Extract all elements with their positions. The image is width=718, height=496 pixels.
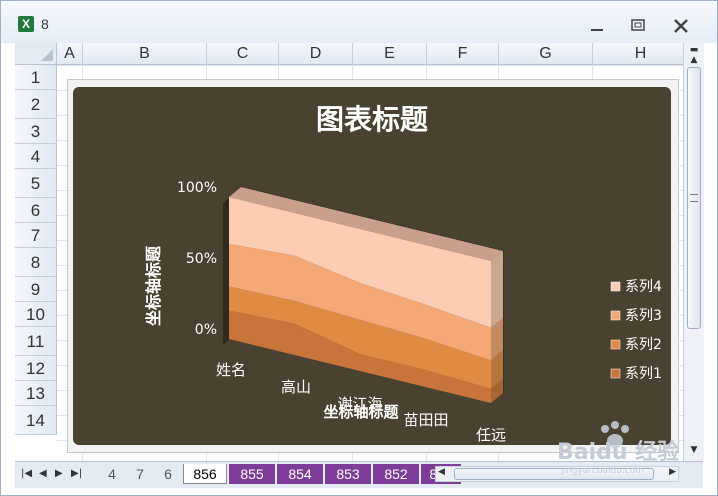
y-axis-title[interactable]: 坐标轴标题 [144, 245, 163, 326]
title-bar: X 8 [1, 1, 717, 43]
vertical-scrollbar[interactable]: ▬ ▲ ▼ [683, 43, 704, 461]
row-header-8[interactable]: 8 [15, 248, 57, 277]
maximize-button[interactable] [626, 16, 650, 36]
sheet-tab-6[interactable]: 6 [155, 464, 181, 484]
sheet-tab-4[interactable]: 4 [99, 464, 125, 484]
column-header-d[interactable]: D [279, 43, 353, 65]
window-title: 8 [41, 16, 49, 32]
grip-icon [690, 194, 698, 202]
sheet-tab-856[interactable]: 856 [183, 464, 227, 484]
x-tick-label: 高山 [281, 378, 311, 396]
row-header-1[interactable]: 1 [15, 65, 57, 90]
y-tick-label: 0% [195, 322, 217, 338]
column-header-a[interactable]: A [57, 43, 83, 65]
legend-swatch-2[interactable] [610, 339, 621, 350]
sheet-tab-854[interactable]: 854 [277, 464, 323, 484]
x-tick-label: 谢江海 [337, 395, 382, 413]
row-header-11[interactable]: 11 [15, 327, 57, 356]
baidu-watermark: Baidu 经验 jingyan.baidu.com [557, 421, 679, 476]
x-tick-label: 苗田田 [403, 411, 448, 429]
worksheet-grid: ABCDEFGH 1 2 3 4 5 6 7 8 9 10 11 12 13 14 图表标题 坐标轴标题 … [15, 43, 689, 461]
watermark-url: jingyan.baidu.com [560, 466, 644, 476]
sheet-tab-7[interactable]: 7 [127, 464, 153, 484]
row-header-3[interactable]: 3 [15, 119, 57, 144]
y-tick-label: 50% [186, 251, 217, 267]
minimize-button[interactable] [585, 16, 609, 36]
excel-window: X 8 ABCDEFGH 1 2 3 4 5 6 7 8 9 10 11 12 13 14 图表标题 坐标… [0, 0, 718, 496]
row-header-12[interactable]: 12 [15, 356, 57, 381]
legend[interactable]: 系列4 系列3 系列2 系列1 [610, 279, 662, 382]
row-header-2[interactable]: 2 [15, 90, 57, 119]
chart-svg: 图表标题 坐标轴标题 坐标轴标题 100%50%0% 姓名高山谢江海苗田田任远 … [144, 103, 662, 444]
legend-label-3[interactable]: 系列3 [625, 308, 662, 324]
column-header-f[interactable]: F [427, 43, 499, 65]
chart-area[interactable]: 图表标题 坐标轴标题 坐标轴标题 100% 50% 0% 姓名 高山 谢江海 苗田田 任远 … [73, 87, 671, 445]
select-all-corner[interactable] [15, 43, 57, 65]
legend-swatch-3[interactable] [610, 310, 621, 321]
vertical-scroll-thumb[interactable] [687, 67, 701, 329]
prev-sheet-icon[interactable]: ◀ [39, 468, 47, 479]
legend-label-1[interactable]: 系列1 [625, 366, 662, 382]
row-header-14[interactable]: 14 [15, 406, 57, 435]
scroll-up-icon[interactable]: ▲ [686, 53, 702, 67]
scroll-left-icon[interactable]: ◀ [438, 467, 445, 477]
row-header-6[interactable]: 6 [15, 198, 57, 223]
chart-title[interactable]: 图表标题 [316, 103, 428, 136]
y-tick-label: 100% [177, 180, 217, 196]
row-header-9[interactable]: 9 [15, 277, 57, 302]
sheet-tab-853[interactable]: 853 [325, 464, 371, 484]
area-end-face-4 [491, 251, 503, 328]
close-button[interactable] [669, 16, 693, 36]
row-header-10[interactable]: 10 [15, 302, 57, 327]
excel-icon: X [18, 16, 34, 32]
legend-swatch-4[interactable] [610, 281, 621, 292]
legend-label-2[interactable]: 系列2 [625, 337, 662, 353]
y-axis-ticks: 100% 50% 0% [177, 180, 217, 338]
watermark-text: Baidu 经验 [557, 439, 679, 465]
row-header-5[interactable]: 5 [15, 169, 57, 198]
column-header-e[interactable]: E [353, 43, 427, 65]
x-tick-label: 姓名 [216, 361, 246, 379]
column-header-b[interactable]: B [83, 43, 207, 65]
legend-swatch-1[interactable] [610, 368, 621, 379]
column-header-h[interactable]: H [593, 43, 689, 65]
legend-label-4[interactable]: 系列4 [625, 279, 662, 295]
column-header-g[interactable]: G [499, 43, 593, 65]
sheet-tab-855[interactable]: 855 [229, 464, 275, 484]
first-sheet-icon[interactable]: |◀ [21, 468, 32, 479]
column-header-c[interactable]: C [207, 43, 279, 65]
sheet-tab-852[interactable]: 852 [373, 464, 419, 484]
row-header-7[interactable]: 7 [15, 223, 57, 248]
row-header-4[interactable]: 4 [15, 144, 57, 169]
last-sheet-icon[interactable]: ▶| [71, 468, 82, 479]
next-sheet-icon[interactable]: ▶ [55, 468, 63, 479]
plot-area[interactable] [223, 186, 504, 403]
row-header-13[interactable]: 13 [15, 381, 57, 406]
x-tick-label: 任远 [476, 426, 506, 444]
